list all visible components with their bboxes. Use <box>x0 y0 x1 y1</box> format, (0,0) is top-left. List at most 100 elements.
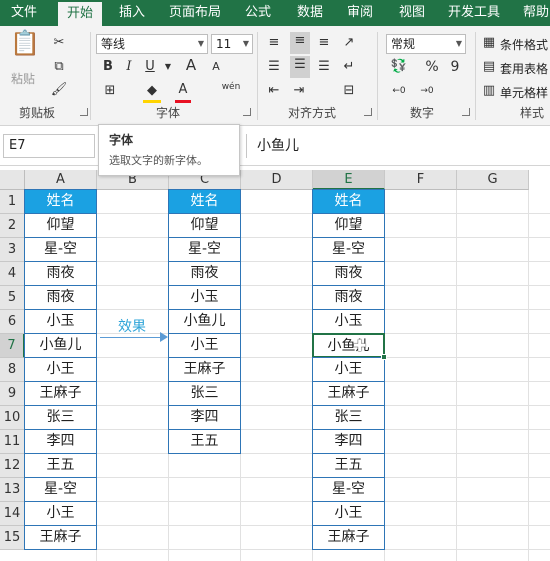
tab-insert[interactable]: 插入 <box>112 0 152 26</box>
number-launcher-icon[interactable] <box>462 108 470 116</box>
fill-color-icon[interactable]: ◆ <box>143 82 161 100</box>
chevron-down-icon[interactable]: ▼ <box>163 58 173 76</box>
decrease-indent-icon[interactable]: ⇤ <box>265 82 283 100</box>
wrap-text-icon[interactable]: ↵ <box>340 58 358 76</box>
tab-home[interactable]: 开始 <box>58 2 102 26</box>
cell-a4[interactable]: 雨夜 <box>24 261 97 286</box>
row-header-6[interactable]: 6 <box>0 310 25 334</box>
cell-c11[interactable]: 王五 <box>168 429 241 454</box>
tab-data[interactable]: 数据 <box>290 0 330 26</box>
row-header-11[interactable]: 11 <box>0 430 25 454</box>
row-header-1[interactable]: 1 <box>0 190 25 214</box>
bold-button[interactable]: B <box>101 58 115 76</box>
cell-a2[interactable]: 仰望 <box>24 213 97 238</box>
table-header-cell[interactable]: 姓名 <box>168 189 241 214</box>
grow-font-button[interactable]: A <box>182 56 200 74</box>
cell-a12[interactable]: 王五 <box>24 453 97 478</box>
cell-e4[interactable]: 雨夜 <box>312 261 385 286</box>
column-header-d[interactable]: D <box>241 170 313 190</box>
cell-a3[interactable]: 星-空 <box>24 237 97 262</box>
column-header-a[interactable]: A <box>25 170 97 190</box>
cell-e11[interactable]: 李四 <box>312 429 385 454</box>
font-size-select[interactable]: 11 ▼ <box>211 34 253 54</box>
number-format-select[interactable]: 常规 ▼ <box>386 34 466 54</box>
row-header-14[interactable]: 14 <box>0 502 25 526</box>
cut-icon[interactable]: ✂ <box>50 34 68 52</box>
comma-style-button[interactable]: 9 <box>447 58 463 76</box>
conditional-format-icon[interactable]: ▦ <box>482 34 496 52</box>
row-header-15[interactable]: 15 <box>0 526 25 550</box>
format-as-table-icon[interactable]: ▤ <box>482 58 496 76</box>
cell-a13[interactable]: 星-空 <box>24 477 97 502</box>
cell-styles-button[interactable]: 单元格样 <box>500 84 548 101</box>
table-header-cell[interactable]: 姓名 <box>312 189 385 214</box>
cell-c3[interactable]: 星-空 <box>168 237 241 262</box>
formula-input[interactable]: 小鱼儿 <box>246 134 546 158</box>
cell-e8[interactable]: 小王 <box>312 357 385 382</box>
format-painter-icon[interactable]: 🖌 <box>50 81 68 99</box>
cell-a10[interactable]: 张三 <box>24 405 97 430</box>
align-left-icon[interactable]: ☰ <box>265 58 283 76</box>
orientation-icon[interactable]: ↗ <box>340 34 358 52</box>
row-header-4[interactable]: 4 <box>0 262 25 286</box>
cell-a9[interactable]: 王麻子 <box>24 381 97 406</box>
tab-help[interactable]: 帮助 <box>516 0 550 26</box>
cell-e15[interactable]: 王麻子 <box>312 525 385 550</box>
tab-view[interactable]: 视图 <box>392 0 432 26</box>
column-header-f[interactable]: F <box>385 170 457 190</box>
cell-e3[interactable]: 星-空 <box>312 237 385 262</box>
cell-c4[interactable]: 雨夜 <box>168 261 241 286</box>
paste-icon[interactable]: 📋 <box>10 31 40 64</box>
cell-a15[interactable]: 王麻子 <box>24 525 97 550</box>
increase-decimal-icon[interactable]: ←0 <box>390 82 408 100</box>
font-name-select[interactable]: 等线 ▼ <box>96 34 208 54</box>
format-as-table-button[interactable]: 套用表格 <box>500 60 548 77</box>
cell-a7[interactable]: 小鱼儿 <box>24 333 97 358</box>
phonetic-guide-button[interactable]: wén <box>219 78 243 96</box>
align-middle-icon[interactable]: ≡ <box>290 32 310 54</box>
cell-a8[interactable]: 小王 <box>24 357 97 382</box>
cell-a14[interactable]: 小王 <box>24 501 97 526</box>
font-color-button[interactable]: A <box>175 81 191 99</box>
cell-c2[interactable]: 仰望 <box>168 213 241 238</box>
italic-button[interactable]: I <box>122 58 136 76</box>
cell-c7[interactable]: 小王 <box>168 333 241 358</box>
copy-icon[interactable]: ⧉ <box>50 58 68 76</box>
increase-indent-icon[interactable]: ⇥ <box>290 82 308 100</box>
tab-file[interactable]: 文件 <box>4 0 44 26</box>
font-launcher-icon[interactable] <box>243 108 251 116</box>
row-header-7[interactable]: 7 <box>0 334 25 358</box>
row-header-5[interactable]: 5 <box>0 286 25 310</box>
cell-c9[interactable]: 张三 <box>168 381 241 406</box>
column-header-g[interactable]: G <box>457 170 529 190</box>
decrease-decimal-icon[interactable]: →0 <box>418 82 436 100</box>
tab-page-layout[interactable]: 页面布局 <box>162 0 228 26</box>
currency-format-icon[interactable]: 💱 <box>388 58 410 76</box>
select-all-corner[interactable] <box>0 170 25 190</box>
cell-e9[interactable]: 王麻子 <box>312 381 385 406</box>
cell-c8[interactable]: 王麻子 <box>168 357 241 382</box>
cell-a5[interactable]: 雨夜 <box>24 285 97 310</box>
tab-formulas[interactable]: 公式 <box>238 0 278 26</box>
row-header-10[interactable]: 10 <box>0 406 25 430</box>
paste-label[interactable]: 粘贴 <box>11 70 35 87</box>
cell-e6[interactable]: 小玉 <box>312 309 385 334</box>
cell-c10[interactable]: 李四 <box>168 405 241 430</box>
table-header-cell[interactable]: 姓名 <box>24 189 97 214</box>
cell-c5[interactable]: 小玉 <box>168 285 241 310</box>
align-right-icon[interactable]: ☰ <box>315 58 333 76</box>
cell-e5[interactable]: 雨夜 <box>312 285 385 310</box>
cell-c6[interactable]: 小鱼儿 <box>168 309 241 334</box>
row-header-9[interactable]: 9 <box>0 382 25 406</box>
percent-button[interactable]: % <box>424 58 440 76</box>
row-header-8[interactable]: 8 <box>0 358 25 382</box>
conditional-format-button[interactable]: 条件格式 <box>500 36 548 53</box>
underline-button[interactable]: U <box>143 58 157 76</box>
name-box[interactable]: E7 <box>3 134 95 158</box>
fill-handle[interactable] <box>381 354 387 360</box>
row-header-3[interactable]: 3 <box>0 238 25 262</box>
worksheet-grid[interactable]: A B C D E F G 1 2 3 4 5 6 7 8 9 10 11 12 13 14 15 姓名 仰望 星-空 雨夜 雨夜小… <box>0 170 550 561</box>
cell-e10[interactable]: 张三 <box>312 405 385 430</box>
row-header-12[interactable]: 12 <box>0 454 25 478</box>
cell-a11[interactable]: 李四 <box>24 429 97 454</box>
